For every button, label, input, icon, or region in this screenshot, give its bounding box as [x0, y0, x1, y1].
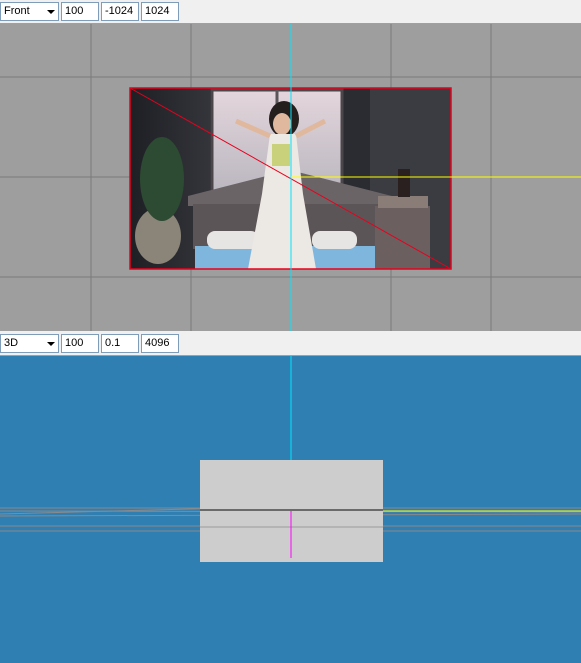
- 3d-far-field[interactable]: 4096: [141, 334, 179, 353]
- 3d-zoom-field[interactable]: 100: [61, 334, 99, 353]
- 3d-view-mode-dropdown[interactable]: 3D: [0, 334, 59, 353]
- 3d-viewport[interactable]: [0, 356, 581, 663]
- 3d-near-field[interactable]: 0.1: [101, 334, 139, 353]
- front-far-field[interactable]: 1024: [141, 2, 179, 21]
- dropdown-arrow-icon[interactable]: [44, 3, 58, 20]
- front-zoom-field[interactable]: 100: [61, 2, 99, 21]
- front-view-mode-value: Front: [4, 5, 30, 17]
- 3d-view-toolbar: 3D 100 0.1 4096: [0, 332, 581, 356]
- front-view-toolbar: Front 100 -1024 1024: [0, 0, 581, 24]
- 3d-view-mode-value: 3D: [4, 337, 19, 349]
- front-viewport[interactable]: [0, 24, 581, 331]
- front-view-mode-dropdown[interactable]: Front: [0, 2, 59, 21]
- 3d-viewport-canvas[interactable]: [0, 356, 581, 663]
- front-near-field[interactable]: -1024: [101, 2, 139, 21]
- front-viewport-canvas[interactable]: [0, 24, 581, 331]
- dropdown-arrow-icon[interactable]: [44, 335, 58, 352]
